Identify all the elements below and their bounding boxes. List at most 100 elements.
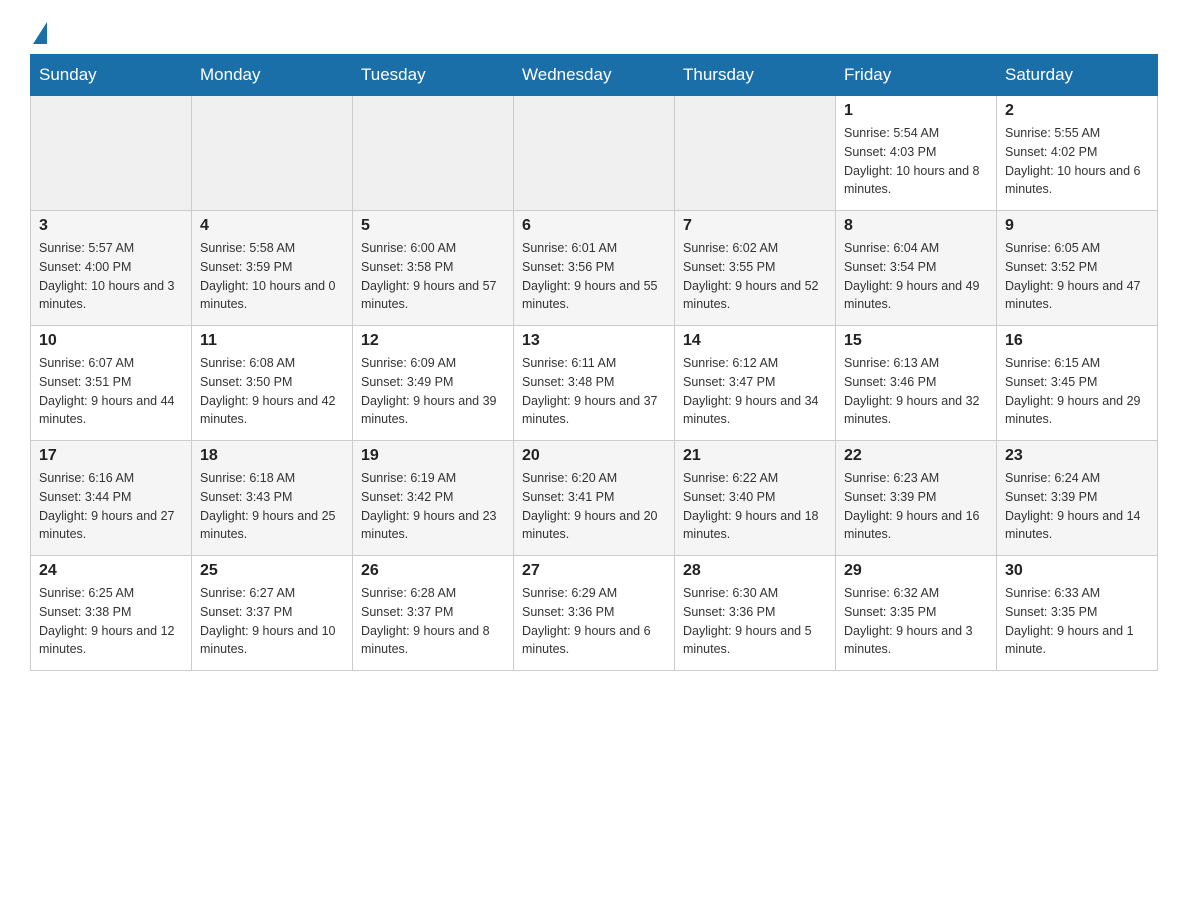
calendar-cell: 26 Sunrise: 6:28 AM Sunset: 3:37 PM Dayli… [353, 556, 514, 671]
day-number: 17 [39, 447, 183, 465]
header-sunday: Sunday [31, 55, 192, 96]
calendar-cell: 1Sunrise: 5:54 AM Sunset: 4:03 PM Daylig… [836, 96, 997, 211]
calendar-cell: 18Sunrise: 6:18 AM Sunset: 3:43 PM Dayli… [192, 441, 353, 556]
day-info: Sunrise: 6:23 AM Sunset: 3:39 PM Dayligh… [844, 469, 988, 544]
calendar-cell: 12 Sunrise: 6:09 AM Sunset: 3:49 PM Dayli… [353, 326, 514, 441]
day-number: 22 [844, 447, 988, 465]
header-wednesday: Wednesday [514, 55, 675, 96]
day-info: Sunrise: 6:28 AM Sunset: 3:37 PM Dayligh… [361, 584, 505, 659]
day-number: 23 [1005, 447, 1149, 465]
day-number: 29 [844, 562, 988, 580]
calendar-cell: 5 Sunrise: 6:00 AM Sunset: 3:58 PM Daylig… [353, 211, 514, 326]
calendar-week-row-5: 24 Sunrise: 6:25 AM Sunset: 3:38 PM Dayli… [31, 556, 1158, 671]
logo-triangle-icon [33, 22, 47, 44]
day-info: Sunrise: 6:25 AM Sunset: 3:38 PM Dayligh… [39, 584, 183, 659]
header-monday: Monday [192, 55, 353, 96]
day-number: 10 [39, 332, 183, 350]
day-info: Sunrise: 6:19 AM Sunset: 3:42 PM Dayligh… [361, 469, 505, 544]
calendar-cell: 14 Sunrise: 6:12 AM Sunset: 3:47 PM Dayli… [675, 326, 836, 441]
calendar-cell: 6 Sunrise: 6:01 AM Sunset: 3:56 PM Daylig… [514, 211, 675, 326]
day-number: 16 [1005, 332, 1149, 350]
day-info: Sunrise: 6:24 AM Sunset: 3:39 PM Dayligh… [1005, 469, 1149, 544]
calendar-cell: 20 Sunrise: 6:20 AM Sunset: 3:41 PM Dayli… [514, 441, 675, 556]
calendar-cell: 16 Sunrise: 6:15 AM Sunset: 3:45 PM Dayli… [997, 326, 1158, 441]
day-info: Sunrise: 6:27 AM Sunset: 3:37 PM Dayligh… [200, 584, 344, 659]
day-number: 26 [361, 562, 505, 580]
day-info: Sunrise: 6:32 AM Sunset: 3:35 PM Dayligh… [844, 584, 988, 659]
day-info: Sunrise: 6:07 AM Sunset: 3:51 PM Dayligh… [39, 354, 183, 429]
day-number: 27 [522, 562, 666, 580]
calendar-cell: 4 Sunrise: 5:58 AM Sunset: 3:59 PM Daylig… [192, 211, 353, 326]
day-number: 12 [361, 332, 505, 350]
day-info: Sunrise: 6:05 AM Sunset: 3:52 PM Dayligh… [1005, 239, 1149, 314]
calendar-cell: 30 Sunrise: 6:33 AM Sunset: 3:35 PM Dayli… [997, 556, 1158, 671]
day-number: 8 [844, 217, 988, 235]
day-number: 20 [522, 447, 666, 465]
day-number: 3 [39, 217, 183, 235]
calendar-cell: 23 Sunrise: 6:24 AM Sunset: 3:39 PM Dayli… [997, 441, 1158, 556]
day-info: Sunrise: 6:29 AM Sunset: 3:36 PM Dayligh… [522, 584, 666, 659]
calendar-cell: 28 Sunrise: 6:30 AM Sunset: 3:36 PM Dayli… [675, 556, 836, 671]
logo [30, 20, 49, 44]
day-number: 24 [39, 562, 183, 580]
calendar-cell: 13 Sunrise: 6:11 AM Sunset: 3:48 PM Dayli… [514, 326, 675, 441]
header-saturday: Saturday [997, 55, 1158, 96]
calendar-cell: 7Sunrise: 6:02 AM Sunset: 3:55 PM Daylig… [675, 211, 836, 326]
calendar-cell: 19 Sunrise: 6:19 AM Sunset: 3:42 PM Dayli… [353, 441, 514, 556]
calendar-cell [514, 96, 675, 211]
day-number: 15 [844, 332, 988, 350]
calendar-cell: 10 Sunrise: 6:07 AM Sunset: 3:51 PM Dayli… [31, 326, 192, 441]
header-thursday: Thursday [675, 55, 836, 96]
calendar-week-row-2: 3 Sunrise: 5:57 AM Sunset: 4:00 PM Daylig… [31, 211, 1158, 326]
calendar-cell: 24 Sunrise: 6:25 AM Sunset: 3:38 PM Dayli… [31, 556, 192, 671]
calendar-cell [192, 96, 353, 211]
day-info: Sunrise: 5:57 AM Sunset: 4:00 PM Dayligh… [39, 239, 183, 314]
day-info: Sunrise: 6:00 AM Sunset: 3:58 PM Dayligh… [361, 239, 505, 314]
calendar-cell: 11 Sunrise: 6:08 AM Sunset: 3:50 PM Dayli… [192, 326, 353, 441]
day-number: 2 [1005, 102, 1149, 120]
day-number: 9 [1005, 217, 1149, 235]
day-info: Sunrise: 6:04 AM Sunset: 3:54 PM Dayligh… [844, 239, 988, 314]
day-info: Sunrise: 6:20 AM Sunset: 3:41 PM Dayligh… [522, 469, 666, 544]
calendar-week-row-3: 10 Sunrise: 6:07 AM Sunset: 3:51 PM Dayli… [31, 326, 1158, 441]
day-info: Sunrise: 6:01 AM Sunset: 3:56 PM Dayligh… [522, 239, 666, 314]
day-info: Sunrise: 6:08 AM Sunset: 3:50 PM Dayligh… [200, 354, 344, 429]
calendar-cell: 21Sunrise: 6:22 AM Sunset: 3:40 PM Dayli… [675, 441, 836, 556]
calendar-header-row: Sunday Monday Tuesday Wednesday Thursday… [31, 55, 1158, 96]
day-info: Sunrise: 6:12 AM Sunset: 3:47 PM Dayligh… [683, 354, 827, 429]
day-number: 28 [683, 562, 827, 580]
day-info: Sunrise: 6:18 AM Sunset: 3:43 PM Dayligh… [200, 469, 344, 544]
day-info: Sunrise: 6:11 AM Sunset: 3:48 PM Dayligh… [522, 354, 666, 429]
day-number: 6 [522, 217, 666, 235]
calendar-cell: 27 Sunrise: 6:29 AM Sunset: 3:36 PM Dayli… [514, 556, 675, 671]
calendar-cell: 15 Sunrise: 6:13 AM Sunset: 3:46 PM Dayli… [836, 326, 997, 441]
calendar-cell: 9 Sunrise: 6:05 AM Sunset: 3:52 PM Daylig… [997, 211, 1158, 326]
day-number: 5 [361, 217, 505, 235]
calendar-cell: 2Sunrise: 5:55 AM Sunset: 4:02 PM Daylig… [997, 96, 1158, 211]
day-number: 25 [200, 562, 344, 580]
calendar-cell: 17 Sunrise: 6:16 AM Sunset: 3:44 PM Dayli… [31, 441, 192, 556]
calendar-cell: 3 Sunrise: 5:57 AM Sunset: 4:00 PM Daylig… [31, 211, 192, 326]
calendar-cell: 22 Sunrise: 6:23 AM Sunset: 3:39 PM Dayli… [836, 441, 997, 556]
day-info: Sunrise: 6:30 AM Sunset: 3:36 PM Dayligh… [683, 584, 827, 659]
header-tuesday: Tuesday [353, 55, 514, 96]
day-number: 21 [683, 447, 827, 465]
day-info: Sunrise: 6:16 AM Sunset: 3:44 PM Dayligh… [39, 469, 183, 544]
day-number: 7 [683, 217, 827, 235]
calendar-week-row-4: 17 Sunrise: 6:16 AM Sunset: 3:44 PM Dayli… [31, 441, 1158, 556]
day-number: 30 [1005, 562, 1149, 580]
day-number: 14 [683, 332, 827, 350]
day-number: 4 [200, 217, 344, 235]
day-number: 19 [361, 447, 505, 465]
day-number: 13 [522, 332, 666, 350]
day-info: Sunrise: 5:58 AM Sunset: 3:59 PM Dayligh… [200, 239, 344, 314]
day-info: Sunrise: 6:13 AM Sunset: 3:46 PM Dayligh… [844, 354, 988, 429]
day-info: Sunrise: 6:09 AM Sunset: 3:49 PM Dayligh… [361, 354, 505, 429]
calendar-cell: 29 Sunrise: 6:32 AM Sunset: 3:35 PM Dayli… [836, 556, 997, 671]
header-friday: Friday [836, 55, 997, 96]
calendar-cell [31, 96, 192, 211]
day-number: 11 [200, 332, 344, 350]
day-info: Sunrise: 6:15 AM Sunset: 3:45 PM Dayligh… [1005, 354, 1149, 429]
calendar-table: Sunday Monday Tuesday Wednesday Thursday… [30, 54, 1158, 671]
day-info: Sunrise: 6:33 AM Sunset: 3:35 PM Dayligh… [1005, 584, 1149, 659]
